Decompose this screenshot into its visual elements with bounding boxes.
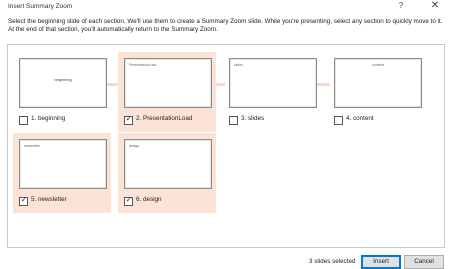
help-icon[interactable]: ? bbox=[396, 1, 406, 10]
checkmark-icon: ✓ bbox=[125, 195, 133, 204]
thumbnail-title: slides bbox=[234, 63, 243, 67]
section-checkbox[interactable] bbox=[229, 116, 238, 125]
section-tile-presentationload[interactable]: PresentationLoad ✓ 2. PresentationLoad bbox=[118, 52, 216, 132]
title-bar: Insert Summary Zoom ? ✕ bbox=[0, 0, 450, 14]
slide-thumbnail: beginning bbox=[19, 58, 107, 108]
slide-thumbnail: newsletter bbox=[19, 139, 107, 189]
thumbnail-title: content bbox=[372, 63, 384, 67]
slide-thumbnail: PresentationLoad bbox=[124, 58, 212, 108]
section-checkbox[interactable] bbox=[19, 116, 28, 125]
section-label: 6. design bbox=[136, 196, 162, 203]
thumbnail-title: beginning bbox=[54, 77, 72, 82]
section-tile-slides[interactable]: slides 3. slides bbox=[223, 52, 321, 132]
section-label: 3. slides bbox=[241, 115, 265, 122]
section-tile-beginning[interactable]: beginning 1. beginning bbox=[13, 52, 111, 132]
slide-thumbnail: design bbox=[124, 139, 212, 189]
section-label: 2. PresentationLoad bbox=[136, 115, 193, 122]
section-tile-design[interactable]: design ✓ 6. design bbox=[118, 133, 216, 213]
insert-button[interactable]: Insert bbox=[361, 255, 401, 269]
section-tile-content[interactable]: content 4. content bbox=[328, 52, 426, 132]
section-checkbox[interactable]: ✓ bbox=[124, 195, 133, 206]
thumbnail-title: newsletter bbox=[24, 144, 40, 148]
selection-status: 3 slides selected bbox=[309, 258, 356, 265]
thumbnail-title: design bbox=[129, 144, 140, 148]
instructions-text: Select the beginning slide of each secti… bbox=[8, 18, 443, 33]
section-label: 4. content bbox=[346, 115, 374, 122]
section-checkbox[interactable] bbox=[334, 116, 343, 125]
thumbnail-title: PresentationLoad bbox=[129, 63, 157, 67]
slide-thumbnail: slides bbox=[229, 58, 317, 108]
section-label: 1. beginning bbox=[31, 115, 66, 122]
sections-panel: beginning 1. beginning PresentationLoad … bbox=[7, 44, 445, 248]
slide-thumbnail: content bbox=[334, 58, 422, 108]
close-icon[interactable]: ✕ bbox=[429, 0, 441, 11]
section-checkbox[interactable]: ✓ bbox=[124, 114, 133, 125]
dialog-title: Insert Summary Zoom bbox=[8, 3, 73, 10]
section-checkbox[interactable]: ✓ bbox=[19, 195, 28, 206]
checkmark-icon: ✓ bbox=[20, 195, 28, 204]
checkmark-icon: ✓ bbox=[125, 114, 133, 123]
section-tile-newsletter[interactable]: newsletter ✓ 5. newsletter bbox=[13, 133, 111, 213]
section-label: 5. newsletter bbox=[31, 196, 67, 203]
cancel-button[interactable]: Cancel bbox=[404, 255, 444, 269]
